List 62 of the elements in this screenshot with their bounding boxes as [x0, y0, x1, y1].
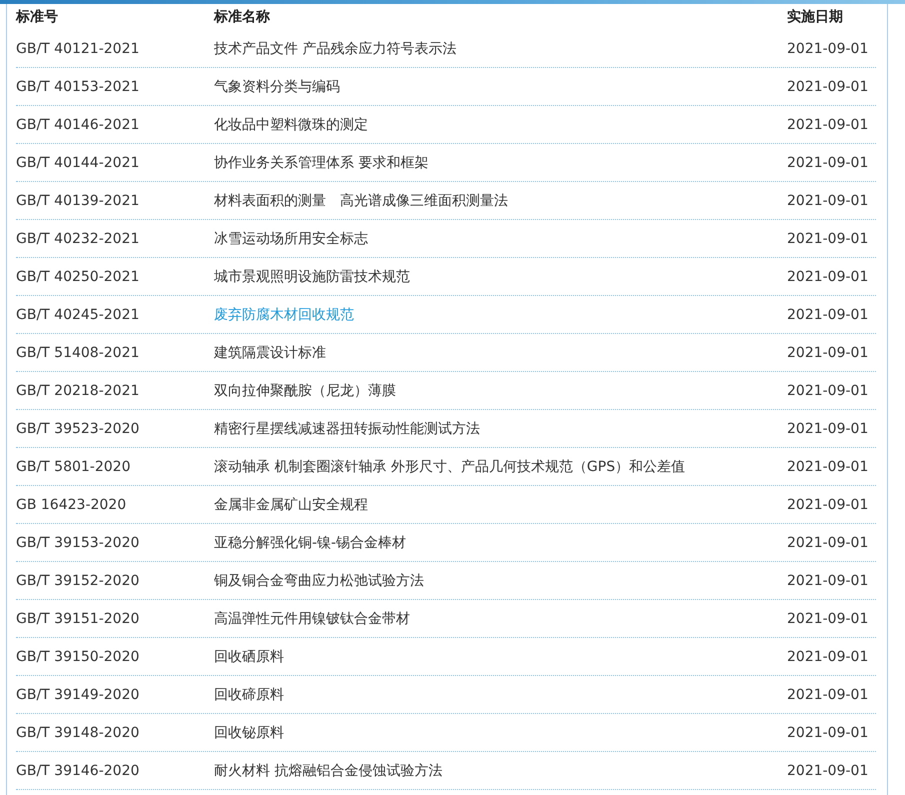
- date-cell: 2021-09-01: [787, 268, 868, 284]
- standard-code: GB/T 39153-2020: [16, 534, 140, 550]
- date-cell: 2021-09-01: [787, 78, 868, 94]
- date-cell: 2021-09-01: [787, 686, 868, 702]
- standard-code: GB/T 39149-2020: [16, 686, 140, 702]
- standard-code: GB/T 40250-2021: [16, 268, 140, 284]
- date-cell: 2021-09-01: [787, 762, 868, 778]
- standard-code: GB/T 51408-2021: [16, 344, 140, 360]
- date-cell: 2021-09-01: [787, 40, 868, 56]
- standard-code: GB/T 40121-2021: [16, 40, 140, 56]
- standard-name-link[interactable]: 协作业务关系管理体系 要求和框架: [214, 154, 428, 170]
- standard-code: GB/T 40144-2021: [16, 154, 140, 170]
- standard-code: GB/T 40146-2021: [16, 116, 140, 132]
- date-cell: 2021-09-01: [787, 648, 868, 664]
- standard-name-link[interactable]: 双向拉伸聚酰胺（尼龙）薄膜: [214, 382, 396, 398]
- standard-name-link[interactable]: 回收铋原料: [214, 724, 284, 740]
- standard-name-link[interactable]: 化妆品中塑料微珠的测定: [214, 116, 368, 132]
- standard-name-link[interactable]: 建筑隔震设计标准: [214, 344, 326, 360]
- standard-name-link[interactable]: 高温弹性元件用镍铍钛合金带材: [214, 610, 410, 626]
- standard-code: GB/T 20218-2021: [16, 382, 140, 398]
- date-cell: 2021-09-01: [787, 534, 868, 550]
- column-header: 标准号: [16, 8, 59, 26]
- standard-code: GB/T 40139-2021: [16, 192, 140, 208]
- standard-name-link[interactable]: 亚稳分解强化铜-镍-锡合金棒材: [214, 534, 406, 550]
- date-cell: 2021-09-01: [787, 344, 868, 360]
- standard-name-link[interactable]: 铜及铜合金弯曲应力松弛试验方法: [214, 572, 424, 588]
- standard-name-link[interactable]: 城市景观照明设施防雷技术规范: [214, 268, 410, 284]
- standard-code: GB/T 39146-2020: [16, 762, 140, 778]
- date-cell: 2021-09-01: [787, 724, 868, 740]
- column-header: 标准名称: [214, 8, 271, 26]
- standard-name-link[interactable]: 冰雪运动场所用安全标志: [214, 230, 368, 246]
- date-cell: 2021-09-01: [787, 116, 868, 132]
- standard-name-link[interactable]: 精密行星摆线减速器扭转振动性能测试方法: [214, 420, 480, 436]
- standard-code: GB/T 39151-2020: [16, 610, 140, 626]
- date-cell: 2021-09-01: [787, 382, 868, 398]
- column-header: 实施日期: [787, 8, 843, 26]
- standard-name-link[interactable]: 金属非金属矿山安全规程: [214, 496, 368, 512]
- standard-code: GB/T 39152-2020: [16, 572, 140, 588]
- date-cell: 2021-09-01: [787, 496, 868, 512]
- standard-code: GB/T 40232-2021: [16, 230, 140, 246]
- standard-name-link[interactable]: 气象资料分类与编码: [214, 78, 340, 94]
- standard-name-link[interactable]: 耐火材料 抗熔融铝合金侵蚀试验方法: [214, 762, 442, 778]
- standard-name-link[interactable]: 回收硒原料: [214, 648, 284, 664]
- date-cell: 2021-09-01: [787, 154, 868, 170]
- date-cell: 2021-09-01: [787, 230, 868, 246]
- date-cell: 2021-09-01: [787, 192, 868, 208]
- standard-code: GB/T 5801-2020: [16, 458, 132, 474]
- standard-code: GB/T 39150-2020: [16, 648, 140, 664]
- date-cell: 2021-09-01: [787, 572, 868, 588]
- standard-name-link[interactable]: 回收碲原料: [214, 686, 284, 702]
- standard-code: GB/T 40153-2021: [16, 78, 140, 94]
- standard-code: GB/T 40245-2021: [16, 306, 140, 322]
- date-cell: 2021-09-01: [787, 306, 868, 322]
- standard-code: GB/T 39523-2020: [16, 420, 140, 436]
- standard-code: GB/T 39148-2020: [16, 724, 140, 740]
- date-cell: 2021-09-01: [787, 420, 868, 436]
- standard-name-link[interactable]: 技术产品文件 产品残余应力符号表示法: [214, 40, 456, 56]
- standard-name-link[interactable]: 滚动轴承 机制套圈滚针轴承 外形尺寸、产品几何技术规范（GPS）和公差值: [214, 458, 686, 474]
- standard-code: GB 16423-2020: [16, 496, 128, 512]
- date-cell: 2021-09-01: [787, 610, 868, 626]
- date-cell: 2021-09-01: [787, 458, 868, 474]
- standard-name-link[interactable]: 材料表面积的测量 高光谱成像三维面积测量法: [214, 192, 508, 208]
